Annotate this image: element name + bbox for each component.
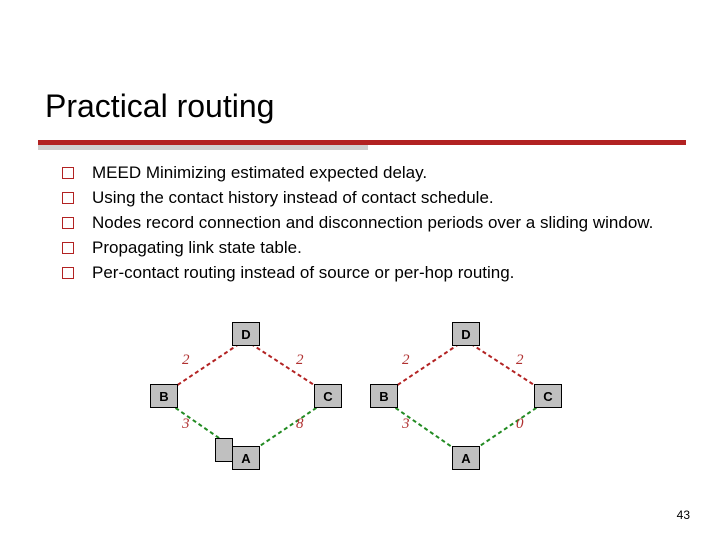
graph-right: D B C A 2 2 3 0 xyxy=(370,322,560,482)
routing-diagram: D B C A 2 2 3 8 D B C A 2 2 3 0 xyxy=(150,322,570,492)
page-number: 43 xyxy=(677,508,690,522)
bullet-text: Using the contact history instead of con… xyxy=(92,187,494,210)
list-item: Per-contact routing instead of source or… xyxy=(62,262,672,285)
node-label: D xyxy=(461,327,470,342)
bullet-text: Propagating link state table. xyxy=(92,237,302,260)
node-label: A xyxy=(461,451,470,466)
title-underline-grey xyxy=(38,145,368,150)
bullet-icon xyxy=(62,167,74,179)
edge-weight: 3 xyxy=(182,416,190,433)
slide: Practical routing MEED Minimizing estima… xyxy=(0,0,720,540)
edge-weight: 2 xyxy=(296,352,304,369)
list-item: Nodes record connection and disconnectio… xyxy=(62,212,672,235)
node-label: A xyxy=(241,451,250,466)
slide-title: Practical routing xyxy=(45,88,274,125)
edge-weight: 8 xyxy=(296,416,304,433)
bullet-text: MEED Minimizing estimated expected delay… xyxy=(92,162,427,185)
node-label: D xyxy=(241,327,250,342)
node-label: B xyxy=(159,389,168,404)
bullet-text: Nodes record connection and disconnectio… xyxy=(92,212,653,235)
graph-node-a: A xyxy=(452,446,480,470)
bullet-icon xyxy=(62,242,74,254)
graph-node-c: C xyxy=(314,384,342,408)
bullet-icon xyxy=(62,192,74,204)
graph-node-c: C xyxy=(534,384,562,408)
edge-weight: 2 xyxy=(182,352,190,369)
list-item: Using the contact history instead of con… xyxy=(62,187,672,210)
edge-weight: 0 xyxy=(516,416,524,433)
list-item: Propagating link state table. xyxy=(62,237,672,260)
list-item: MEED Minimizing estimated expected delay… xyxy=(62,162,672,185)
bullet-icon xyxy=(62,267,74,279)
graph-node-d: D xyxy=(232,322,260,346)
graph-node-a: A xyxy=(232,446,260,470)
node-label: C xyxy=(543,389,552,404)
edge-weight: 2 xyxy=(516,352,524,369)
bullet-list: MEED Minimizing estimated expected delay… xyxy=(62,162,672,287)
node-label: B xyxy=(379,389,388,404)
edge-weight: 2 xyxy=(402,352,410,369)
graph-node-b: B xyxy=(150,384,178,408)
extra-node-box xyxy=(215,438,233,462)
edge-weight: 3 xyxy=(402,416,410,433)
bullet-text: Per-contact routing instead of source or… xyxy=(92,262,514,285)
graph-left: D B C A 2 2 3 8 xyxy=(150,322,340,482)
graph-node-b: B xyxy=(370,384,398,408)
graph-node-d: D xyxy=(452,322,480,346)
bullet-icon xyxy=(62,217,74,229)
node-label: C xyxy=(323,389,332,404)
